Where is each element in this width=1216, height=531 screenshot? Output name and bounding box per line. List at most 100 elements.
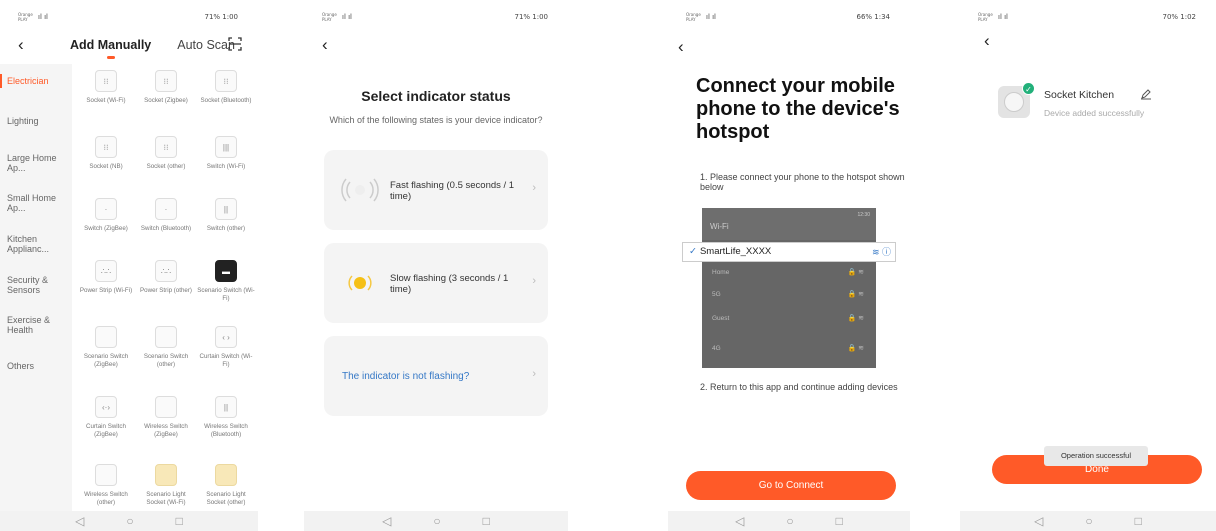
success-check-icon: ✓ xyxy=(1022,82,1035,95)
nav-recent-icon[interactable]: □ xyxy=(836,514,843,528)
device-tile[interactable]: || Wireless Switch (Bluetooth) xyxy=(196,396,256,438)
nav-home-icon[interactable]: ○ xyxy=(433,514,440,528)
sidebar-item-lighting[interactable]: Lighting xyxy=(7,116,69,126)
signal-icon: ıl ıl xyxy=(38,13,49,21)
system-nav-bar: ◁ ○ □ xyxy=(0,511,258,531)
device-tile[interactable]: || Switch (other) xyxy=(196,198,256,233)
device-tile[interactable]: Scenario Light Socket (Wi-Fi) xyxy=(136,464,196,506)
instruction-step-2: 2. Return to this app and continue addin… xyxy=(700,382,898,392)
sidebar-item-others[interactable]: Others xyxy=(7,361,69,371)
device-tile[interactable]: Scenario Light Socket (other) xyxy=(196,464,256,506)
sidebar-item-kitchen[interactable]: Kitchen Applianc... xyxy=(7,234,69,254)
scenario-switch-icon xyxy=(95,326,117,348)
not-flashing-option[interactable]: The indicator is not flashing? › xyxy=(324,336,548,416)
tab-add-manually[interactable]: Add Manually xyxy=(70,38,151,59)
sidebar-item-large-home[interactable]: Large Home Ap... xyxy=(7,153,69,173)
chevron-right-icon: › xyxy=(532,368,536,380)
wireless-switch-icon xyxy=(155,396,177,418)
wifi-info-icon: ≋ ⓘ xyxy=(871,247,891,257)
socket-icon: ⁝⁝ xyxy=(95,136,117,158)
device-status-text: Device added successfully xyxy=(1044,108,1145,118)
go-to-connect-button[interactable]: Go to Connect xyxy=(686,471,896,500)
nav-home-icon[interactable]: ○ xyxy=(1085,514,1092,528)
scenario-switch-icon: ▬ xyxy=(215,260,237,282)
system-nav-bar: ◁ ○ □ xyxy=(960,511,1216,531)
nav-back-icon[interactable]: ◁ xyxy=(75,514,84,528)
device-tile[interactable]: ⁝⁝ Socket (Wi-Fi) xyxy=(76,70,136,105)
back-button[interactable]: ‹ xyxy=(984,32,990,49)
device-tile[interactable]: Wireless Switch (ZigBee) xyxy=(136,396,196,438)
device-tile[interactable]: ⁝⁝ Socket (other) xyxy=(136,136,196,171)
nav-home-icon[interactable]: ○ xyxy=(126,514,133,528)
screen-add-device: Orange PLAY ıl ıl 71% 1:00 ‹ Add Manually… xyxy=(0,0,258,531)
wifi-network-item: 4G 🔒 ≋ xyxy=(712,345,864,352)
indicator-slow-icon xyxy=(348,275,372,291)
curtain-switch-icon: ‹ › xyxy=(215,326,237,348)
back-button[interactable]: ‹ xyxy=(322,36,328,53)
back-button[interactable]: ‹ xyxy=(18,36,24,53)
socket-icon: ⁝⁝ xyxy=(155,70,177,92)
page-title: Select indicator status xyxy=(361,88,511,104)
illustration-clock: 12:30 xyxy=(857,212,870,218)
not-flashing-link[interactable]: The indicator is not flashing? xyxy=(342,371,469,382)
wifi-network-item: 5G 🔒 ≋ xyxy=(712,291,864,298)
screen-device-added: Orange PLAY ıl ıl 70% 1:02 ‹ ✓ Socket Kit… xyxy=(960,0,1216,531)
status-bar: Orange PLAY ıl ıl 66% 1:34 xyxy=(668,6,910,26)
signal-icon: ıl ıl xyxy=(342,13,353,21)
switch-icon: · xyxy=(155,198,177,220)
device-tile[interactable]: · Switch (Bluetooth) xyxy=(136,198,196,233)
device-tile[interactable]: Scenario Switch (ZigBee) xyxy=(76,326,136,368)
fast-flashing-option[interactable]: Fast flashing (0.5 seconds / 1 time) › xyxy=(324,150,548,230)
device-tile[interactable]: ‹·› Curtain Switch (ZigBee) xyxy=(76,396,136,438)
curtain-switch-icon: ‹·› xyxy=(95,396,117,418)
nav-recent-icon[interactable]: □ xyxy=(176,514,183,528)
status-bar: Orange PLAY ıl ıl 71% 1:00 xyxy=(304,6,568,26)
switch-icon: · xyxy=(95,198,117,220)
carrier-label: Orange PLAY xyxy=(18,12,33,22)
back-button[interactable]: ‹ xyxy=(678,38,684,55)
device-tile[interactable]: ⁝⁝ Socket (Zigbee) xyxy=(136,70,196,105)
device-tile[interactable]: · Switch (ZigBee) xyxy=(76,198,136,233)
nav-back-icon[interactable]: ◁ xyxy=(735,514,744,528)
chevron-right-icon: › xyxy=(532,182,536,194)
sidebar-item-security[interactable]: Security & Sensors xyxy=(7,275,69,295)
status-bar: Orange PLAY ıl ıl 70% 1:02 xyxy=(960,6,1216,26)
device-tile[interactable]: ||| Switch (Wi-Fi) xyxy=(196,136,256,171)
scenario-switch-icon xyxy=(155,326,177,348)
slow-flashing-option[interactable]: Slow flashing (3 seconds / 1 time) › xyxy=(324,243,548,323)
device-tile[interactable]: Wireless Switch (other) xyxy=(76,464,136,506)
battery-time: 66% 1:34 xyxy=(856,13,890,21)
device-tile[interactable]: ⁝⁝ Socket (Bluetooth) xyxy=(196,70,256,105)
scan-icon[interactable] xyxy=(228,37,242,51)
check-icon: ✓ xyxy=(689,246,697,257)
nav-home-icon[interactable]: ○ xyxy=(786,514,793,528)
selected-hotspot-row: ✓ SmartLife_XXXX ≋ ⓘ xyxy=(682,242,896,262)
nav-back-icon[interactable]: ◁ xyxy=(1034,514,1043,528)
system-nav-bar: ◁ ○ □ xyxy=(304,511,568,531)
light-socket-icon xyxy=(155,464,177,486)
device-tile[interactable]: Scenario Switch (other) xyxy=(136,326,196,368)
sidebar-item-small-home[interactable]: Small Home Ap... xyxy=(7,193,69,213)
nav-recent-icon[interactable]: □ xyxy=(483,514,490,528)
wifi-list-illustration: 12:30 Wi-Fi Home 🔒 ≋ 5G 🔒 ≋ Guest 🔒 ≋ 4G 🔒 ≋ xyxy=(702,208,876,368)
device-tile[interactable]: ▬ Scenario Switch (Wi-Fi) xyxy=(196,260,256,302)
wireless-switch-icon xyxy=(95,464,117,486)
sidebar-item-exercise[interactable]: Exercise & Health xyxy=(7,315,69,335)
signal-icon: ıl ıl xyxy=(706,13,717,21)
switch-icon: || xyxy=(215,198,237,220)
battery-time: 71% 1:00 xyxy=(204,13,238,21)
tab-bar: Add Manually Auto Scan xyxy=(70,38,235,59)
device-socket-icon: ✓ xyxy=(998,82,1035,118)
device-tile[interactable]: ⁝⁝ Socket (NB) xyxy=(76,136,136,171)
device-tile[interactable]: ∴∴ Power Strip (Wi-Fi) xyxy=(76,260,136,295)
device-tile[interactable]: ∴∴ Power Strip (other) xyxy=(136,260,196,295)
edit-pencil-icon[interactable] xyxy=(1140,88,1152,100)
battery-time: 71% 1:00 xyxy=(514,13,548,21)
sidebar-item-electrician[interactable]: Electrician xyxy=(0,74,69,88)
tab-auto-scan[interactable]: Auto Scan xyxy=(177,38,235,52)
nav-back-icon[interactable]: ◁ xyxy=(382,514,391,528)
system-nav-bar: ◁ ○ □ xyxy=(668,511,910,531)
socket-icon: ⁝⁝ xyxy=(95,70,117,92)
device-tile[interactable]: ‹ › Curtain Switch (Wi-Fi) xyxy=(196,326,256,368)
nav-recent-icon[interactable]: □ xyxy=(1135,514,1142,528)
